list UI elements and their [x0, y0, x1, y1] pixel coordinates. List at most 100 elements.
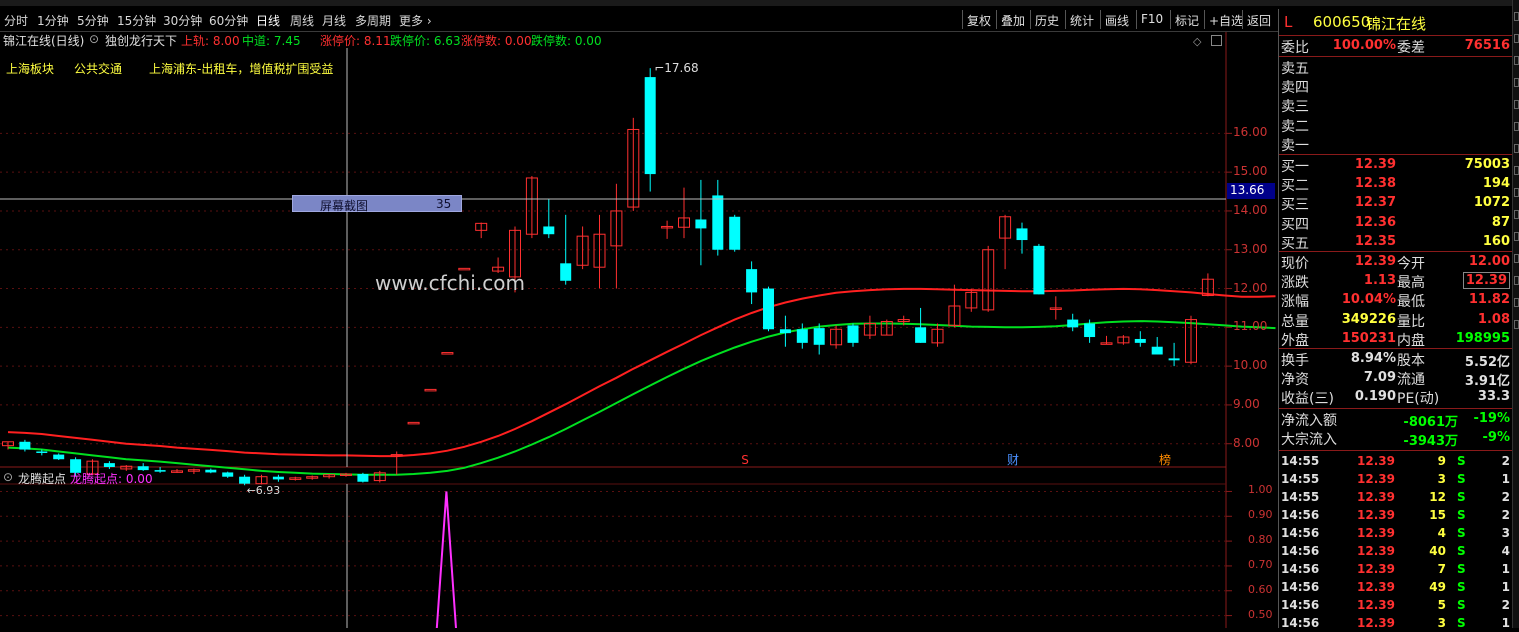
- tick-time: 14:56: [1281, 526, 1320, 540]
- divider: [1279, 408, 1512, 409]
- tick-row[interactable]: 14:56 12.39 49 S 1: [1279, 578, 1512, 596]
- stat-label: 今开: [1397, 256, 1425, 272]
- tick-row[interactable]: 14:55 12.39 9 S 2: [1279, 452, 1512, 470]
- bid-price: 12.38: [1354, 176, 1396, 192]
- side-tool-icon[interactable]: [1514, 188, 1519, 197]
- candle-body-down: [1033, 245, 1045, 295]
- tick-row[interactable]: 14:56 12.39 3 S 1: [1279, 614, 1512, 632]
- tick-row[interactable]: 14:56 12.39 40 S 4: [1279, 542, 1512, 560]
- side-tool-icon[interactable]: [1514, 166, 1519, 175]
- candle-body-down: [19, 441, 31, 450]
- fundamental-label: PE(动): [1397, 391, 1440, 408]
- fundamental-value: 0.190: [1354, 389, 1396, 405]
- candle-body-down: [644, 77, 656, 175]
- tick-count: 2: [1501, 490, 1510, 504]
- ask-level-label: 卖三: [1281, 99, 1309, 116]
- screenshot-tooltip: 屏幕截图 35: [292, 195, 462, 213]
- candle-body-down: [560, 263, 572, 281]
- indicator-tick-label: 1.00: [1248, 483, 1273, 497]
- indicator-tick-label: 0.80: [1248, 533, 1273, 547]
- candle-body-down: [796, 329, 808, 343]
- stat-value: 349226: [1341, 311, 1396, 327]
- tick-side: S: [1457, 544, 1466, 558]
- market-prefix: L: [1284, 13, 1293, 31]
- tick-time: 14:55: [1281, 454, 1320, 468]
- kline-chart[interactable]: ⌐17.68 ←6.93 S 财 榜: [0, 0, 1278, 628]
- sub-indicator-collapse-icon[interactable]: ⊙: [3, 470, 13, 484]
- flow-percent: -19%: [1473, 411, 1510, 426]
- stat-value: 12.39: [1462, 272, 1510, 290]
- side-tool-icon[interactable]: [1514, 232, 1519, 241]
- tick-count: 1: [1501, 580, 1510, 594]
- tick-row[interactable]: 14:56 12.39 7 S 1: [1279, 560, 1512, 578]
- tick-time: 14:56: [1281, 562, 1320, 576]
- bid-price: 12.39: [1354, 157, 1396, 172]
- side-tool-icon[interactable]: [1514, 254, 1519, 263]
- tick-row[interactable]: 14:55 12.39 12 S 2: [1279, 488, 1512, 506]
- tick-row[interactable]: 14:55 12.39 3 S 1: [1279, 470, 1512, 488]
- candle-body-down: [36, 451, 48, 453]
- divider: [1279, 348, 1512, 349]
- indicator-tick-label: 0.50: [1248, 607, 1273, 621]
- flow-label: 大宗流入: [1281, 432, 1337, 449]
- ask-level-row: 卖二: [1279, 116, 1512, 135]
- bid-level-label: 买五: [1281, 235, 1309, 252]
- tick-count: 2: [1501, 598, 1510, 612]
- tick-side: S: [1457, 526, 1466, 540]
- candle-body-down: [205, 469, 217, 473]
- side-tool-icon[interactable]: [1514, 210, 1519, 219]
- tick-side: S: [1457, 598, 1466, 612]
- stat-label: 外盘: [1281, 332, 1309, 349]
- watermark: www.cfchi.com: [375, 271, 525, 295]
- bid-level-label: 买三: [1281, 197, 1309, 214]
- side-tool-icon[interactable]: [1514, 12, 1519, 21]
- screenshot-label: 屏幕截图: [320, 199, 369, 213]
- tick-volume: 4: [1437, 526, 1446, 540]
- side-tool-icon[interactable]: [1514, 100, 1519, 109]
- tick-count: 2: [1501, 454, 1510, 468]
- bid-volume: 1072: [1473, 195, 1510, 211]
- stat-value: 150231: [1341, 330, 1396, 346]
- price-tick-label: 8.00: [1233, 435, 1260, 450]
- bid-volume: 75003: [1464, 157, 1510, 172]
- tick-row[interactable]: 14:56 12.39 5 S 2: [1279, 596, 1512, 614]
- flow-row: 净流入额 -8061万 -19%: [1279, 410, 1512, 430]
- tick-volume: 7: [1437, 562, 1446, 576]
- weibi-value: 100.00%: [1332, 38, 1396, 53]
- tick-side: S: [1457, 454, 1466, 468]
- tick-volume: 40: [1429, 544, 1446, 558]
- tick-price: 12.39: [1357, 562, 1395, 576]
- side-tool-icon[interactable]: [1514, 276, 1519, 285]
- ask-level-label: 卖一: [1281, 137, 1309, 154]
- tick-volume: 49: [1429, 580, 1446, 594]
- stat-value: 10.04%: [1341, 292, 1396, 308]
- side-tool-icon[interactable]: [1514, 144, 1519, 153]
- flow-row: 大宗流入 -3943万 -9%: [1279, 429, 1512, 450]
- side-tool-icon[interactable]: [1514, 34, 1519, 43]
- side-toolbar[interactable]: [1512, 0, 1519, 628]
- tick-time: 14:56: [1281, 580, 1320, 594]
- sub-indicator-value: 龙腾起点: 0.00: [70, 472, 153, 486]
- side-tool-icon[interactable]: [1514, 56, 1519, 65]
- sub-indicator-name[interactable]: 龙腾起点: [18, 470, 66, 487]
- candle-body-up: [424, 388, 437, 392]
- tick-row[interactable]: 14:56 12.39 4 S 3: [1279, 524, 1512, 542]
- side-tool-icon[interactable]: [1514, 122, 1519, 131]
- side-tool-icon[interactable]: [1514, 298, 1519, 307]
- candle-body-down: [712, 195, 724, 250]
- tick-price: 12.39: [1357, 472, 1395, 486]
- candle-body-down: [1134, 338, 1146, 343]
- divider: [1279, 251, 1512, 252]
- bid-volume: 160: [1482, 233, 1510, 249]
- tick-side: S: [1457, 490, 1466, 504]
- event-marker: 财: [1007, 453, 1019, 467]
- side-tool-icon[interactable]: [1514, 320, 1519, 329]
- tick-row[interactable]: 14:56 12.39 15 S 2: [1279, 506, 1512, 524]
- candle-body-down: [779, 329, 791, 334]
- side-tool-icon[interactable]: [1514, 78, 1519, 87]
- flow-label: 净流入额: [1281, 413, 1337, 429]
- stat-value: 198995: [1455, 330, 1510, 346]
- flow-value: -3943万: [1403, 434, 1458, 450]
- bid-level-label: 买一: [1281, 159, 1309, 175]
- candle-body-down: [729, 216, 741, 250]
